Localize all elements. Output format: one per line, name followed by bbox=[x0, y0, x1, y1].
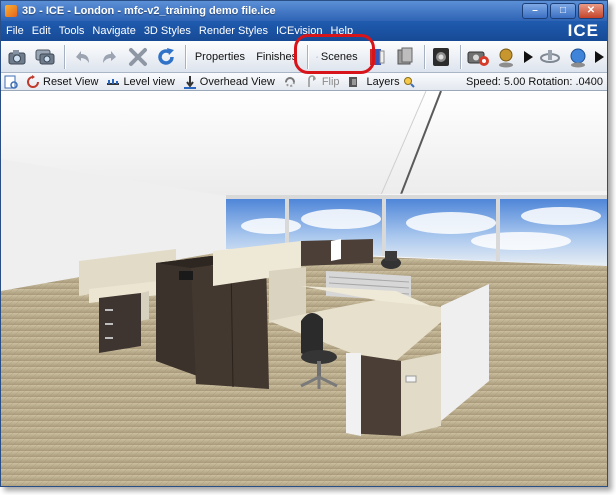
brand-logo: ICE bbox=[567, 21, 599, 40]
toolbar-separator bbox=[460, 44, 461, 69]
layers-button[interactable]: Layers bbox=[348, 75, 415, 89]
reset-view-label: Reset View bbox=[43, 75, 99, 88]
play-icon bbox=[524, 50, 533, 63]
play-button[interactable] bbox=[521, 44, 535, 70]
panel-button[interactable] bbox=[392, 44, 418, 70]
minimize-button[interactable]: – bbox=[522, 3, 548, 19]
menu-file[interactable]: File bbox=[1, 25, 28, 37]
menu-navigate[interactable]: Navigate bbox=[88, 25, 139, 37]
globe-icon bbox=[570, 48, 586, 67]
flip-icon bbox=[308, 74, 316, 87]
orbit-button[interactable] bbox=[537, 44, 563, 70]
menu-edit[interactable]: Edit bbox=[28, 25, 55, 37]
toolbar-separator bbox=[64, 44, 65, 69]
layers-label: Layers bbox=[366, 75, 400, 88]
walkthrough-controls bbox=[493, 44, 607, 70]
app-logo-icon bbox=[5, 5, 17, 17]
globe-button[interactable] bbox=[565, 44, 591, 70]
overhead-view-label: Overhead View bbox=[199, 75, 275, 88]
undo-button[interactable] bbox=[69, 44, 95, 70]
camera-views-button[interactable] bbox=[32, 44, 58, 70]
title-bar: 3D - ICE - London - mfc-v2_training demo… bbox=[1, 1, 607, 21]
right-desk-return bbox=[401, 353, 441, 436]
camera-snapshot-button[interactable] bbox=[4, 44, 30, 70]
flip-button[interactable]: Flip bbox=[305, 74, 340, 89]
reset-view-button[interactable]: Reset View bbox=[26, 74, 99, 89]
camera-icon bbox=[8, 49, 26, 64]
delete-x-icon bbox=[128, 47, 147, 66]
menu-3d-styles[interactable]: 3D Styles bbox=[140, 25, 195, 37]
maximize-button[interactable]: □ bbox=[550, 3, 576, 19]
person-head-icon bbox=[499, 48, 513, 67]
left-desk-leg bbox=[141, 291, 149, 321]
window-title: 3D - ICE - London - mfc-v2_training demo… bbox=[22, 5, 276, 17]
3d-viewport[interactable] bbox=[1, 91, 607, 486]
rotate-view-button[interactable] bbox=[283, 75, 297, 89]
monitor bbox=[179, 271, 193, 280]
toolbar-separator bbox=[184, 44, 186, 69]
scenes-highlight-ring bbox=[294, 34, 375, 74]
rendered-office-scene bbox=[1, 91, 607, 486]
refresh-icon bbox=[158, 47, 174, 65]
close-button[interactable]: ✕ bbox=[578, 3, 604, 19]
speed-rotation-readout: Speed: 5.00 Rotation: .0400 bbox=[466, 75, 603, 88]
level-view-button[interactable]: Level view bbox=[106, 75, 175, 89]
right-pedestal-edge bbox=[346, 353, 361, 436]
redo-icon bbox=[102, 50, 116, 63]
redo-button[interactable] bbox=[97, 44, 123, 70]
reset-view-icon bbox=[27, 74, 39, 88]
camera-gear-icon bbox=[467, 51, 489, 66]
overhead-view-icon bbox=[183, 75, 196, 89]
toolbar-separator bbox=[423, 44, 425, 69]
next-button[interactable] bbox=[593, 44, 605, 70]
level-view-label: Level view bbox=[123, 75, 175, 88]
menu-tools[interactable]: Tools bbox=[55, 25, 89, 37]
print-preview-icon bbox=[4, 75, 18, 89]
print-button[interactable] bbox=[4, 75, 18, 89]
orbit-ring-icon bbox=[540, 49, 560, 63]
app-window: 3D - ICE - London - mfc-v2_training demo… bbox=[0, 0, 608, 487]
delete-button[interactable] bbox=[125, 44, 151, 70]
panel-block-icon bbox=[397, 47, 413, 64]
camera-stack-icon bbox=[35, 49, 55, 64]
desk-power-outlet bbox=[405, 375, 417, 383]
properties-label: Properties bbox=[194, 50, 245, 63]
lamp-icon bbox=[433, 47, 450, 66]
view-toolbar: Reset View Level view Overhead View Flip… bbox=[1, 73, 607, 91]
rotate-icon bbox=[284, 76, 295, 87]
refresh-button[interactable] bbox=[153, 44, 179, 70]
finishes-label: Finishes bbox=[256, 50, 298, 63]
window-controls: – □ ✕ bbox=[522, 3, 604, 19]
render-lamp-button[interactable] bbox=[428, 44, 454, 70]
play-next-icon bbox=[595, 50, 604, 63]
mid-end-panel bbox=[269, 267, 306, 323]
undo-icon bbox=[75, 50, 89, 63]
layers-search-icon bbox=[403, 76, 415, 88]
back-panel-white bbox=[331, 239, 341, 261]
overhead-view-button[interactable]: Overhead View bbox=[183, 75, 275, 89]
level-view-icon bbox=[107, 78, 120, 85]
avatar-button[interactable] bbox=[493, 44, 519, 70]
properties-button[interactable]: Properties bbox=[189, 44, 247, 70]
render-settings-button[interactable] bbox=[465, 44, 491, 70]
menu-render-styles[interactable]: Render Styles bbox=[195, 25, 272, 37]
flip-label: Flip bbox=[321, 75, 340, 88]
layers-icon bbox=[348, 76, 357, 87]
